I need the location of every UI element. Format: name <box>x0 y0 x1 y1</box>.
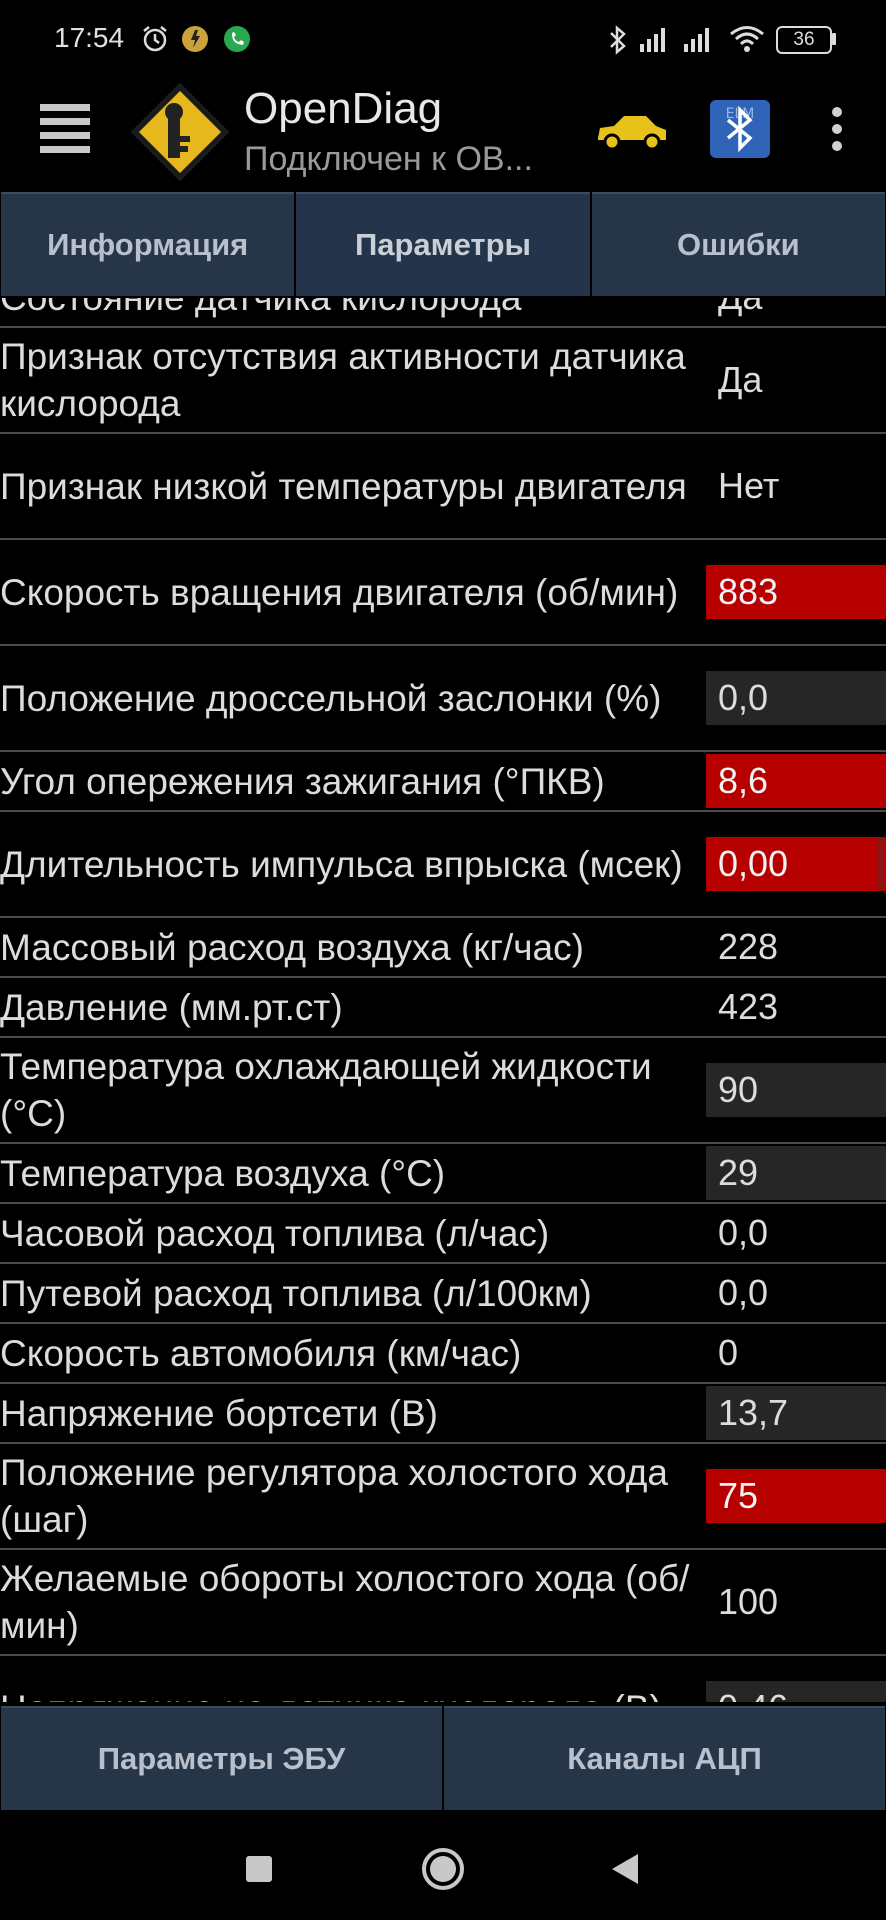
param-label: Температура охлаждающей жидкости (°C) <box>0 1046 652 1134</box>
alarm-icon <box>143 26 167 52</box>
param-label: Угол опережения зажигания (°ПКВ) <box>0 760 605 802</box>
parameter-rows: Состояние датчика кислорода Да Признак о… <box>0 298 886 1702</box>
app-title: OpenDiag <box>244 84 443 133</box>
param-value: 8,6 <box>706 754 886 808</box>
param-value: 228 <box>718 926 779 967</box>
param-label: Состояние датчика кислорода <box>0 298 696 321</box>
tab-parameters[interactable]: Параметры <box>296 192 590 296</box>
table-row[interactable]: Давление (мм.рт.ст) 423 <box>0 978 886 1038</box>
bottom-button-bar: Параметры ЭБУ Каналы АЦП <box>0 1704 886 1812</box>
param-value: 423 <box>718 986 779 1027</box>
param-value: 0,0 <box>706 671 886 725</box>
app-subtitle: Подключен к ОВ... <box>244 140 533 178</box>
param-value: Да <box>718 359 763 400</box>
adc-channels-button[interactable]: Каналы АЦП <box>444 1706 885 1810</box>
table-row[interactable]: Состояние датчика кислорода Да <box>0 298 886 328</box>
parameter-list[interactable]: Состояние датчика кислорода Да Признак о… <box>0 298 886 1702</box>
car-icon[interactable] <box>594 108 670 154</box>
scrollbar-thumb[interactable] <box>878 838 884 890</box>
tab-errors[interactable]: Ошибки <box>591 192 885 296</box>
param-label: Желаемые обороты холостого хода (об/мин) <box>0 1558 690 1646</box>
param-value: 90 <box>706 1063 886 1117</box>
param-label: Положение дроссельной заслонки (%) <box>0 677 662 719</box>
table-row[interactable]: Угол опережения зажигания (°ПКВ) 8,6 <box>0 752 886 812</box>
param-label: Напряжение на датчике кислорода (В) <box>0 1685 696 1703</box>
table-row[interactable]: Температура воздуха (°C) 29 <box>0 1144 886 1204</box>
param-label: Часовой расход топлива (л/час) <box>0 1212 550 1254</box>
param-label: Признак отсутствия активности датчика ки… <box>0 336 686 424</box>
system-nav-bar <box>0 1812 886 1920</box>
param-value: 29 <box>706 1146 886 1200</box>
param-value: Да <box>706 298 886 324</box>
back-icon[interactable] <box>608 1852 640 1886</box>
param-value: 100 <box>718 1581 779 1622</box>
table-row[interactable]: Напряжение на датчике кислорода (В) 0,46 <box>0 1656 886 1702</box>
param-label: Скорость вращения двигателя (об/мин) <box>0 571 679 613</box>
table-row[interactable]: Желаемые обороты холостого хода (об/мин)… <box>0 1550 886 1656</box>
table-row[interactable]: Напряжение бортсети (В) 13,7 <box>0 1384 886 1444</box>
table-row[interactable]: Длительность импульса впрыска (мсек) 0,0… <box>0 812 886 918</box>
battery-tip <box>832 33 836 45</box>
param-label: Скорость автомобиля (км/час) <box>0 1332 522 1374</box>
wifi-icon <box>730 26 764 52</box>
param-value: 883 <box>706 565 886 619</box>
tab-information[interactable]: Информация <box>1 192 295 296</box>
bluetooth-icon <box>610 25 626 55</box>
table-row[interactable]: Признак низкой температуры двигателя Нет <box>0 434 886 540</box>
table-row[interactable]: Признак отсутствия активности датчика ки… <box>0 328 886 434</box>
param-value: Нет <box>718 465 780 506</box>
param-value: 0 <box>718 1332 739 1373</box>
status-time: 17:54 <box>54 22 125 53</box>
recent-apps-icon[interactable] <box>244 1854 274 1884</box>
param-label: Температура воздуха (°C) <box>0 1152 446 1194</box>
param-label: Признак низкой температуры двигателя <box>0 465 687 507</box>
param-label: Давление (мм.рт.ст) <box>0 986 343 1028</box>
hamburger-menu-icon[interactable] <box>38 100 92 156</box>
param-label: Массовый расход воздуха (кг/час) <box>0 926 584 968</box>
param-label: Напряжение бортсети (В) <box>0 1392 438 1434</box>
phone-icon <box>224 26 250 52</box>
opendiag-logo-icon <box>130 82 230 182</box>
table-row[interactable]: Скорость автомобиля (км/час) 0 <box>0 1324 886 1384</box>
param-value: 0,0 <box>718 1272 769 1313</box>
more-vert-icon[interactable] <box>826 106 848 152</box>
signal-icon <box>684 28 709 52</box>
table-row[interactable]: Часовой расход топлива (л/час) 0,0 <box>0 1204 886 1264</box>
param-value: 0,46 <box>706 1681 886 1702</box>
param-value: 0,00 <box>706 837 886 891</box>
param-value: 0,0 <box>718 1212 769 1253</box>
app-icon <box>182 26 208 52</box>
battery-icon: 36 <box>776 26 832 54</box>
table-row[interactable]: Положение дроссельной заслонки (%) 0,0 <box>0 646 886 752</box>
table-row[interactable]: Температура охлаждающей жидкости (°C) 90 <box>0 1038 886 1144</box>
table-row[interactable]: Скорость вращения двигателя (об/мин) 883 <box>0 540 886 646</box>
bluetooth-elm-icon[interactable]: ELM <box>708 98 772 160</box>
param-value: 13,7 <box>706 1386 886 1440</box>
param-value: 75 <box>706 1469 886 1523</box>
battery-level: 36 <box>793 29 815 50</box>
param-label: Путевой расход топлива (л/100км) <box>0 1272 592 1314</box>
table-row[interactable]: Путевой расход топлива (л/100км) 0,0 <box>0 1264 886 1324</box>
tab-bar: Информация Параметры Ошибки <box>0 190 886 298</box>
status-bar: 17:54 36 <box>0 0 886 84</box>
table-row[interactable]: Массовый расход воздуха (кг/час) 228 <box>0 918 886 978</box>
param-label: Положение регулятора холостого хода (шаг… <box>0 1452 668 1540</box>
ecu-params-button[interactable]: Параметры ЭБУ <box>1 1706 442 1810</box>
home-icon[interactable] <box>420 1846 466 1892</box>
param-label: Длительность импульса впрыска (мсек) <box>0 843 683 885</box>
signal-icon <box>640 28 665 52</box>
table-row[interactable]: Положение регулятора холостого хода (шаг… <box>0 1444 886 1550</box>
